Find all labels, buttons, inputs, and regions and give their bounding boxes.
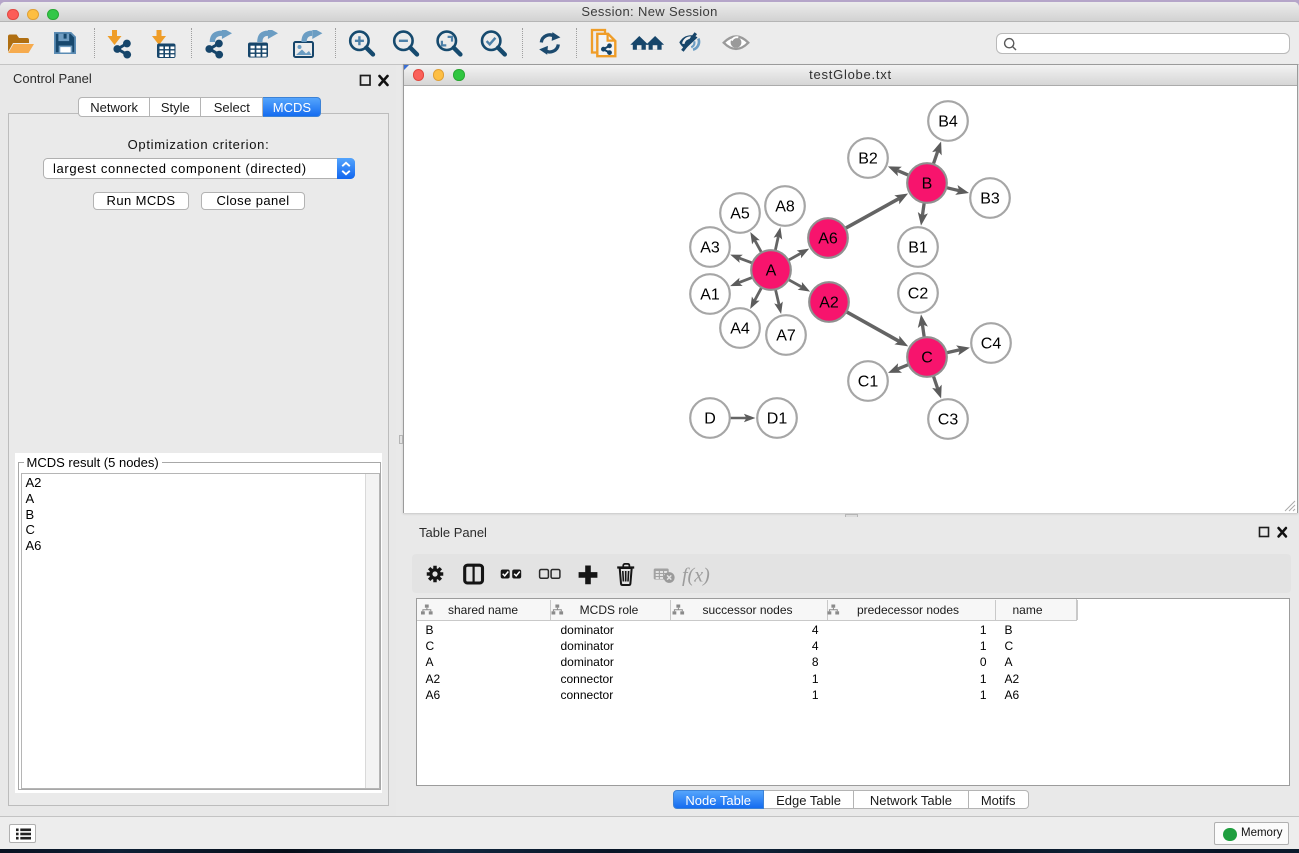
- svg-text:A5: A5: [730, 205, 750, 222]
- svg-text:A8: A8: [775, 198, 795, 215]
- svg-text:C4: C4: [981, 335, 1002, 352]
- svg-text:A2: A2: [819, 294, 839, 311]
- svg-text:B1: B1: [908, 239, 928, 256]
- svg-text:A4: A4: [730, 320, 750, 337]
- svg-text:B4: B4: [938, 113, 958, 130]
- svg-text:A7: A7: [776, 327, 796, 344]
- svg-text:B: B: [922, 175, 933, 192]
- svg-text:B2: B2: [858, 150, 878, 167]
- svg-text:C: C: [921, 349, 933, 366]
- svg-text:C3: C3: [938, 411, 959, 428]
- svg-text:A6: A6: [818, 230, 838, 247]
- svg-text:D: D: [704, 410, 716, 427]
- svg-text:D1: D1: [767, 410, 788, 427]
- svg-text:A: A: [766, 262, 777, 279]
- svg-text:A3: A3: [700, 239, 720, 256]
- svg-text:C1: C1: [858, 373, 879, 390]
- svg-text:C2: C2: [908, 285, 929, 302]
- svg-text:B3: B3: [980, 190, 1000, 207]
- svg-text:A1: A1: [700, 286, 720, 303]
- svg-text:f(x): f(x): [682, 564, 710, 586]
